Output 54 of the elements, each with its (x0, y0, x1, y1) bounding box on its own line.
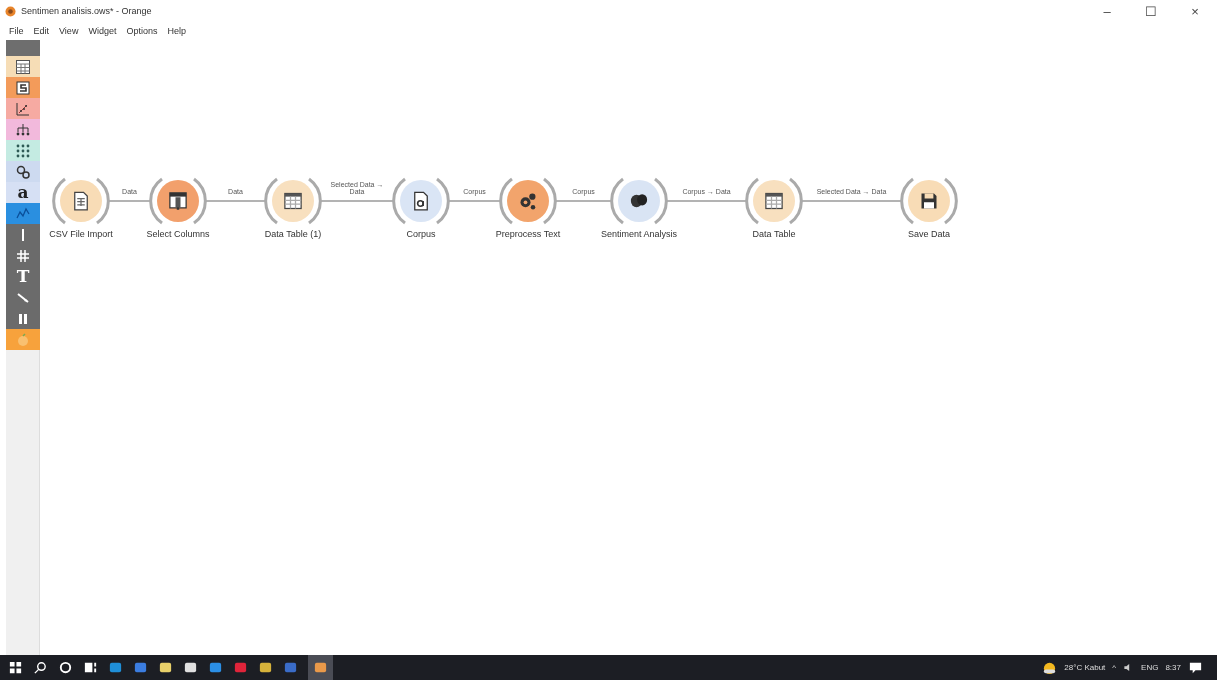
toolbox-category-button[interactable] (6, 77, 40, 98)
menu-item[interactable]: Help (162, 26, 191, 36)
vertical-line-icon (22, 228, 24, 241)
toolbox-category-button[interactable] (6, 308, 40, 329)
menu-item[interactable]: Options (121, 26, 163, 36)
widget-label: CSV File Import (49, 229, 113, 239)
taskbar-app-icon[interactable] (158, 660, 173, 675)
hash-icon (15, 247, 31, 264)
scatter-plot-icon (15, 100, 31, 117)
windows-start-icon[interactable] (8, 660, 23, 675)
menu-item[interactable]: Edit (28, 26, 55, 36)
widget-label: Select Columns (146, 229, 210, 239)
widget-label: Data Table (1) (264, 229, 322, 239)
toolbox-category-button[interactable] (6, 161, 40, 182)
notification-icon[interactable] (1188, 660, 1203, 675)
search-icon[interactable] (33, 660, 48, 675)
file-icon (71, 191, 91, 211)
table-icon (283, 191, 303, 211)
widget-label: Preprocess Text (495, 229, 561, 239)
toolbox-category-button[interactable] (6, 56, 40, 77)
circle-icon[interactable] (58, 660, 73, 675)
toolbox-category-button[interactable] (6, 119, 40, 140)
toolbox-category-button[interactable] (6, 224, 40, 245)
close-button[interactable]: × (1173, 0, 1217, 22)
table-icon (15, 58, 31, 75)
toolbox-header (6, 40, 40, 56)
table-icon (764, 191, 784, 211)
weather-sun-icon (1042, 660, 1058, 675)
widget-label: Data Table (752, 229, 796, 239)
window-title: Sentimen analisis.ows* - Orange (21, 6, 152, 16)
dot-grid-icon (15, 142, 31, 159)
document-icon (411, 191, 431, 211)
taskbar-app-icon[interactable] (83, 660, 98, 675)
menu-item[interactable]: File (4, 26, 29, 36)
app-logo-icon (5, 5, 16, 17)
weather-text[interactable]: 28°C Kabut (1064, 663, 1106, 672)
widget-label: Save Data (908, 229, 950, 239)
menu-item[interactable]: Widget (83, 26, 122, 36)
fruit-icon (15, 331, 31, 348)
language-indicator[interactable]: ENG (1141, 663, 1159, 672)
table-columns-icon (168, 191, 188, 211)
widget-label: Corpus (406, 229, 436, 239)
taskbar-app-icon[interactable] (258, 660, 273, 675)
toolbox-category-button[interactable] (6, 140, 40, 161)
widget-label: Sentiment Analysis (601, 229, 678, 239)
taskbar-app-icon[interactable] (183, 660, 198, 675)
maximize-button[interactable]: ☐ (1129, 0, 1173, 22)
tree-icon (15, 121, 31, 138)
clock[interactable]: 8:37 (1165, 663, 1181, 672)
minimize-button[interactable]: – (1085, 0, 1129, 22)
menu-item[interactable]: View (54, 26, 84, 36)
tray-chevron[interactable]: ^ (1112, 663, 1117, 672)
toolbox-category-button[interactable]: a (6, 182, 40, 203)
toolbox-category-button[interactable]: T (6, 266, 40, 287)
